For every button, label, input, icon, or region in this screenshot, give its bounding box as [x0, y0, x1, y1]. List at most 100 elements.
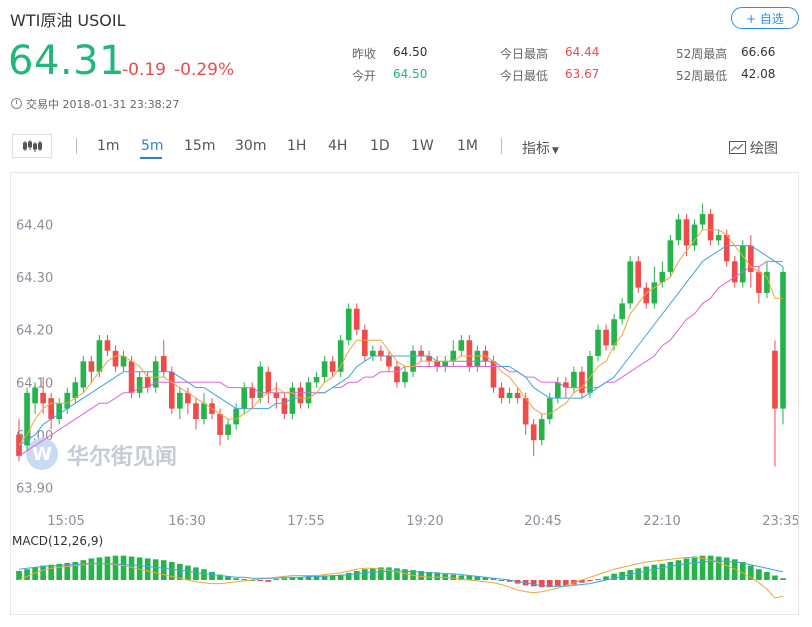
interval-15m[interactable]: 15m	[184, 138, 215, 154]
macd-histogram-bar	[675, 560, 682, 580]
indicators-label: 指标	[522, 141, 550, 157]
candle-body	[265, 371, 272, 393]
interval-1w[interactable]: 1W	[411, 138, 434, 154]
macd-histogram-bar	[273, 579, 280, 581]
macd-histogram-bar	[659, 563, 666, 580]
price-change: -0.19	[122, 60, 166, 80]
candle-body	[40, 392, 46, 404]
candle-body	[514, 392, 521, 399]
candle-body	[651, 282, 658, 304]
candle-body	[627, 261, 634, 304]
candle-body	[474, 350, 481, 367]
candle-body	[193, 403, 199, 420]
candle-body	[490, 361, 497, 388]
macd-histogram-bar	[185, 565, 191, 580]
macd-histogram-bar	[683, 558, 690, 580]
macd-histogram-bar	[24, 569, 30, 580]
interval-toolbar: 1m 5m 15m 30m 1H 4H 1D 1W 1M 指标 ▼ 绘图	[0, 130, 812, 162]
candle-body	[96, 340, 103, 372]
candle-body	[506, 392, 513, 399]
stat-label-open: 今开	[352, 69, 377, 83]
watermark: W 华尔街见闻	[26, 438, 177, 470]
macd-histogram-bar	[739, 562, 746, 580]
indicators-dropdown[interactable]: 指标 ▼	[522, 138, 559, 158]
macd-histogram-bar	[40, 565, 46, 580]
trading-status: 交易中 2018-01-31 23:38:27	[11, 96, 179, 112]
chart-draw-icon	[729, 141, 746, 154]
candlestick-chart[interactable]: 64.4064.3064.2064.1064.0063.90 W 华尔街见闻 1…	[11, 173, 800, 614]
stat-label-prev-close: 昨收	[352, 47, 377, 61]
interval-1d[interactable]: 1D	[370, 138, 390, 154]
candle-body	[442, 361, 449, 367]
macd-histogram-bar	[201, 569, 207, 580]
candle-body	[353, 308, 360, 330]
candle-body	[104, 340, 111, 351]
interval-30m[interactable]: 30m	[235, 138, 266, 154]
macd-histogram-bar	[96, 557, 103, 580]
candle-body	[683, 219, 690, 246]
stat-value-open: 64.50	[393, 67, 428, 81]
candle-body	[112, 350, 119, 367]
macd-histogram-bar	[233, 578, 239, 580]
candle-body	[555, 382, 561, 399]
candle-body	[273, 392, 280, 399]
macd-histogram-bar	[120, 555, 127, 580]
candle-body	[370, 350, 376, 357]
macd-histogram-bar	[64, 562, 71, 580]
chart-panel[interactable]: 64.4064.3064.2064.1064.0063.90 W 华尔街见闻 1…	[10, 172, 800, 615]
candle-body	[530, 424, 537, 441]
macd-histogram-bar	[80, 560, 87, 580]
stat-value-52w-high: 66.66	[741, 45, 776, 59]
candle-body	[772, 350, 778, 409]
macd-histogram-bar	[257, 580, 264, 581]
macd-histogram-bar	[530, 580, 537, 587]
macd-histogram-bar	[764, 571, 770, 580]
toolbar-divider	[501, 138, 502, 154]
candle-body	[80, 361, 87, 388]
candle-body	[128, 361, 135, 393]
macd-histogram-bar	[667, 562, 674, 580]
macd-histogram-bar	[498, 580, 505, 581]
macd-histogram-bar	[780, 578, 786, 580]
interval-1m[interactable]: 1m	[97, 138, 120, 154]
macd-histogram-bar	[651, 564, 658, 580]
interval-1h[interactable]: 1H	[287, 138, 306, 154]
candle-body	[667, 240, 674, 272]
macd-histogram-bar	[361, 569, 368, 580]
candle-body	[329, 361, 336, 372]
active-interval-underline	[140, 157, 162, 159]
interval-5m[interactable]: 5m	[141, 138, 164, 154]
stat-value-52w-low: 42.08	[741, 67, 776, 81]
draw-label: 绘图	[750, 141, 778, 157]
toolbar-divider	[76, 138, 77, 154]
macd-label: MACD(12,26,9)	[12, 534, 103, 548]
candle-body	[168, 371, 175, 409]
x-tick-label: 17:55	[287, 514, 324, 529]
macd-histogram-bar	[209, 571, 215, 580]
add-watchlist-button[interactable]: + 自选	[731, 7, 799, 29]
candle-body	[386, 356, 392, 367]
macd-histogram-bar	[56, 563, 63, 580]
y-tick-label: 64.20	[16, 324, 53, 339]
candle-body	[780, 271, 786, 409]
trading-status-text: 交易中 2018-01-31 23:38:27	[26, 98, 180, 111]
candle-body	[595, 329, 601, 357]
candle-body	[715, 235, 722, 241]
candle-body	[48, 398, 54, 420]
interval-4h[interactable]: 4H	[328, 138, 347, 154]
candle-body	[72, 382, 79, 399]
stat-label-52w-high: 52周最高	[676, 47, 728, 61]
candle-body	[241, 387, 247, 409]
clock-icon	[11, 98, 22, 109]
candle-body	[233, 408, 239, 425]
instrument-title: WTI原油 USOIL	[10, 11, 126, 30]
interval-1mo[interactable]: 1M	[457, 138, 478, 154]
candle-body	[635, 261, 642, 288]
macd-histogram-bar	[281, 578, 288, 580]
price-change-percent: -0.29%	[174, 60, 235, 80]
candle-body	[699, 214, 706, 225]
macd-histogram-bar	[434, 572, 441, 580]
candle-body	[281, 398, 288, 414]
draw-button[interactable]: 绘图	[729, 138, 778, 158]
candle-body	[731, 261, 738, 283]
